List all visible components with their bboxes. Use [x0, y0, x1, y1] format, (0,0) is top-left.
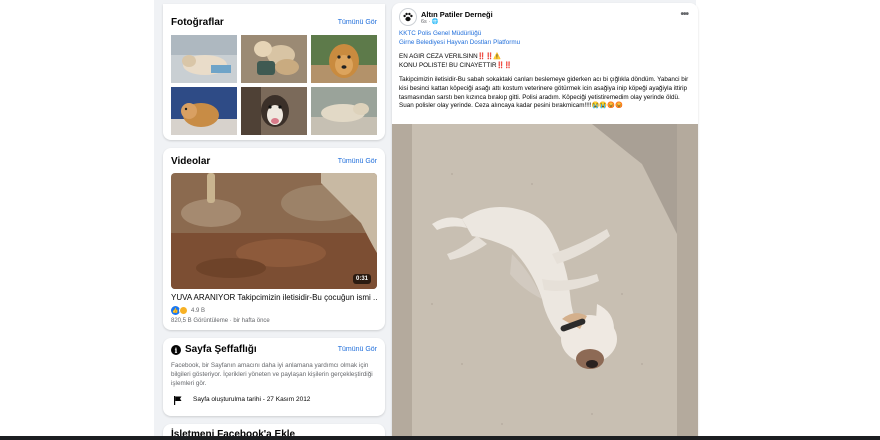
page-creation-date: Sayfa oluşturulma tarihi - 27 Kasım 2012 — [193, 396, 311, 403]
video-thumbnail[interactable]: 0:31 — [171, 173, 377, 289]
left-gutter — [0, 0, 154, 440]
post-headline: EN AGIR CEZA VERILSINN — [399, 53, 478, 61]
bottom-bar — [0, 436, 880, 440]
photo-thumbnail[interactable] — [241, 87, 307, 135]
photo-grid — [171, 35, 377, 135]
post-photo[interactable] — [392, 124, 698, 440]
sad-reaction-icon — [179, 306, 188, 315]
more-options-icon[interactable]: ••• — [680, 9, 688, 20]
photos-title: Fotoğraflar — [171, 17, 224, 28]
post-tag-link[interactable]: Girne Belediyesi Hayvan Dostları Platfor… — [399, 39, 520, 46]
reaction-count: 4.9 B — [191, 307, 206, 314]
alert-emoji-icon: ‼️‼️ — [496, 61, 513, 69]
flag-icon — [174, 396, 182, 405]
videos-card: Videolar Tümünü Gör 0:31 YUVA ARANIYOR T… — [163, 148, 385, 330]
photos-see-all-link[interactable]: Tümünü Gör — [338, 19, 377, 26]
photo-thumbnail[interactable] — [171, 35, 237, 83]
photo-thumbnail[interactable] — [311, 35, 377, 83]
globe-icon: 🌐 — [431, 19, 439, 25]
videos-see-all-link[interactable]: Tümünü Gör — [338, 158, 377, 165]
video-meta: 820,5 B Görüntüleme · bir hafta önce — [171, 318, 270, 324]
post-body: KKTC Polis Genel Müdürlüğü Girne Belediy… — [399, 30, 691, 117]
page-transparency-card: i Sayfa Şeffaflığı Tümünü Gör Facebook, … — [163, 338, 385, 416]
video-age: bir hafta önce — [233, 318, 270, 324]
photo-thumbnail[interactable] — [241, 35, 307, 83]
video-views: 820,5 B Görüntüleme — [171, 318, 229, 324]
post-message: Takipcimizin iletisidir-Bu sabah sokakta… — [399, 76, 689, 110]
post-timestamp[interactable]: 6s · 🌐 — [421, 19, 439, 25]
video-duration-badge: 0:31 — [352, 274, 371, 284]
transparency-description: Facebook, bir Sayfanın amacını daha iyi … — [171, 362, 373, 387]
post-time-text: 6s · — [421, 19, 432, 25]
post-tag-link[interactable]: KKTC Polis Genel Müdürlüğü — [399, 30, 481, 37]
video-title-link[interactable]: YUVA ARANIYOR Takipcimizin iletisidir-Bu… — [171, 293, 377, 302]
paw-icon — [403, 12, 413, 22]
videos-title: Videolar — [171, 156, 211, 167]
photo-thumbnail[interactable] — [311, 87, 377, 135]
post-card: Altın Patiler Derneği 6s · 🌐 ••• KKTC Po… — [392, 3, 698, 440]
right-gutter — [696, 0, 880, 440]
transparency-title: Sayfa Şeffaflığı — [185, 344, 257, 355]
post-page-name[interactable]: Altın Patiler Derneği — [421, 10, 493, 19]
page-avatar[interactable] — [399, 8, 417, 26]
post-headline: KONU POLISTE! BU CINAYETTIR — [399, 61, 497, 69]
info-icon: i — [171, 345, 181, 355]
photo-thumbnail[interactable] — [171, 87, 237, 135]
warning-emoji-icon: ‼️‼️⚠️ — [477, 53, 502, 61]
photos-card: Fotoğraflar Tümünü Gör — [163, 4, 385, 140]
video-reactions[interactable]: 👍 4.9 B — [171, 306, 205, 315]
transparency-see-all-link[interactable]: Tümünü Gör — [338, 346, 377, 353]
